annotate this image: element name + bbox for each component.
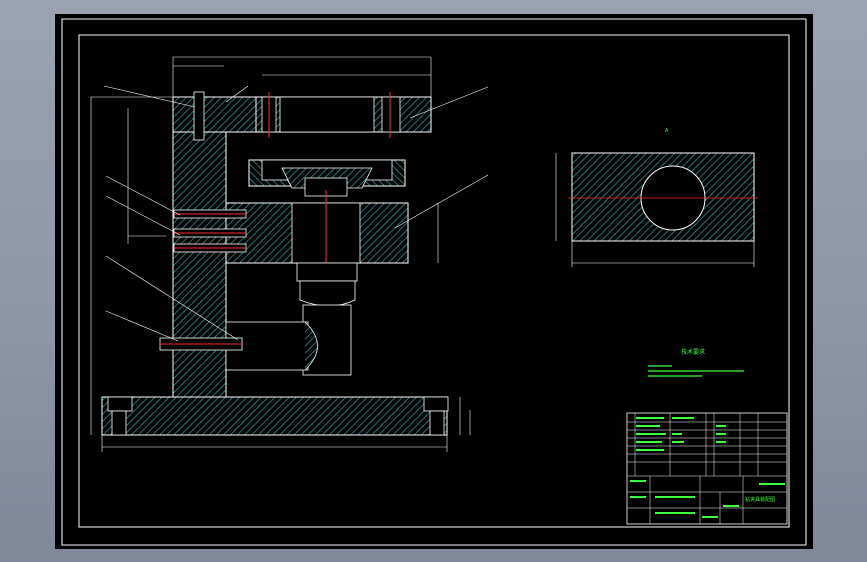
top-bolt xyxy=(193,91,205,141)
vertical-shaft xyxy=(296,262,358,282)
base-plate xyxy=(101,396,448,436)
top-arm xyxy=(172,96,257,133)
viewer-background: A 技术要求 钻夹具装配图 xyxy=(0,0,867,562)
notes-heading: 技术要求 xyxy=(681,348,705,356)
cad-drawing-sheet: A 技术要求 钻夹具装配图 xyxy=(55,14,813,549)
drawing-title: 钻夹具装配图 xyxy=(745,496,775,503)
drawing-area xyxy=(55,14,813,549)
section-label: A xyxy=(665,128,669,134)
